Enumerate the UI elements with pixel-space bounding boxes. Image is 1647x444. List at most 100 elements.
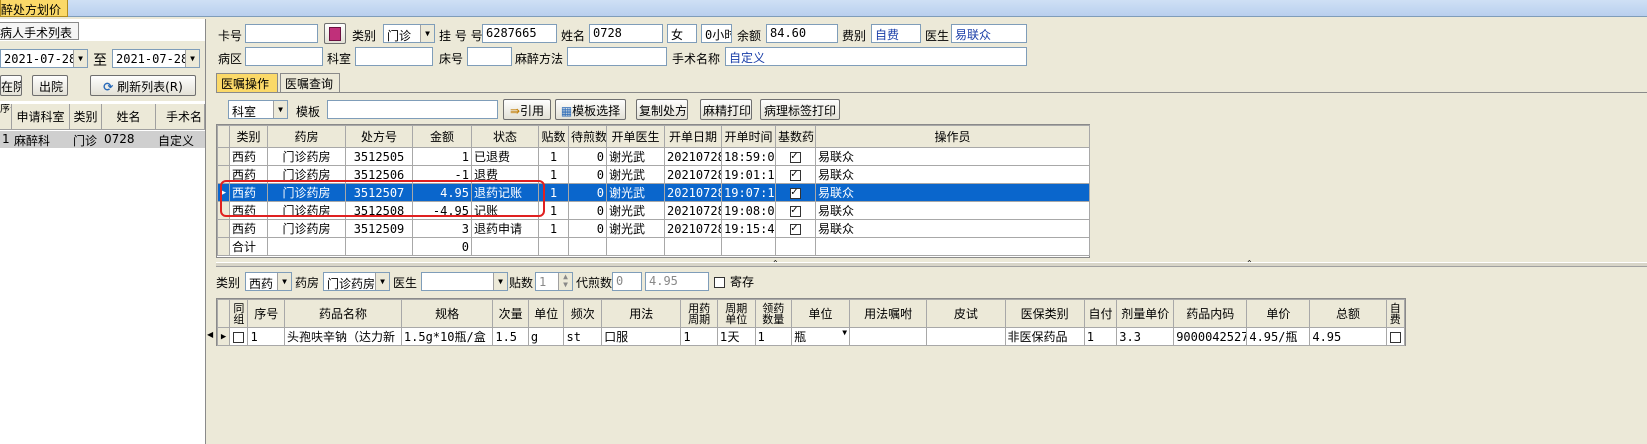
cell-doctor[interactable]: 谢光武 bbox=[606, 219, 665, 238]
detail-doctor-select[interactable]: ▼ bbox=[421, 272, 508, 291]
col-dispense-qty[interactable]: 领药数量 bbox=[754, 299, 793, 328]
cell-same-group[interactable] bbox=[229, 327, 249, 346]
cell-seq[interactable]: 1 bbox=[247, 327, 286, 346]
chevron-down-icon[interactable]: ▼ bbox=[420, 25, 434, 42]
chevron-down-icon[interactable]: ▼ bbox=[842, 329, 847, 338]
cell-operator[interactable]: 易联众 bbox=[815, 219, 1090, 238]
order-row[interactable]: 西药门诊药房35125051已退费10谢光武2021072818:59:05易联… bbox=[217, 147, 1090, 166]
inhospital-button[interactable]: 在院 bbox=[0, 75, 22, 96]
col-usage[interactable]: 用法 bbox=[601, 299, 682, 328]
cell-insurance-type[interactable]: 非医保药品 bbox=[1004, 327, 1085, 346]
cell-base-drug[interactable] bbox=[775, 147, 816, 166]
anesthesia-input[interactable] bbox=[567, 47, 667, 66]
cell-pharmacy[interactable]: 门诊药房 bbox=[267, 219, 346, 238]
surgery-name-input[interactable]: 自定义 bbox=[725, 47, 1027, 66]
cell-period[interactable]: 1 bbox=[680, 327, 718, 346]
dept-template-select[interactable]: 科室 ▼ bbox=[228, 100, 288, 119]
col-skin-test[interactable]: 皮试 bbox=[926, 299, 1006, 328]
cell-self-funded[interactable] bbox=[1385, 327, 1406, 346]
cell-pharmacy[interactable]: 门诊药房 bbox=[267, 147, 346, 166]
base-drug-checkbox[interactable] bbox=[790, 149, 801, 163]
col-frequency[interactable]: 频次 bbox=[563, 299, 603, 328]
col-self-pay[interactable]: 自付 bbox=[1083, 299, 1118, 328]
ward-input[interactable] bbox=[245, 47, 323, 66]
col-self-funded[interactable]: 自费 bbox=[1385, 299, 1406, 328]
cell-time[interactable]: 18:59:05 bbox=[721, 147, 776, 166]
col-doses[interactable]: 贴数 bbox=[538, 125, 569, 148]
col-type[interactable]: 类别 bbox=[70, 104, 102, 130]
col-seq[interactable]: 序号 bbox=[247, 299, 286, 328]
doctor-input[interactable]: 易联众 bbox=[951, 24, 1027, 43]
col-type[interactable]: 类别 bbox=[229, 125, 268, 148]
refresh-list-button[interactable]: ⟳ 刷新列表(R) bbox=[90, 75, 196, 96]
cell-doctor[interactable]: 谢光武 bbox=[606, 165, 665, 184]
chevron-down-icon[interactable]: ▼ bbox=[185, 50, 199, 67]
cell-dose-price[interactable]: 3.3 bbox=[1116, 327, 1175, 346]
cell-operator[interactable]: 易联众 bbox=[815, 201, 1090, 220]
chevron-down-icon[interactable]: ▼ bbox=[273, 101, 287, 118]
cell-date[interactable]: 20210728 bbox=[664, 165, 722, 184]
cell-pending-decoct[interactable]: 0 bbox=[568, 219, 607, 238]
dept-input[interactable] bbox=[355, 47, 433, 66]
cell-type[interactable]: 西药 bbox=[229, 219, 268, 238]
tab-order-operation[interactable]: 医嘱操作 bbox=[216, 73, 278, 92]
col-same-group[interactable]: 同组 bbox=[229, 299, 249, 328]
cell-doctor[interactable]: 谢光武 bbox=[606, 147, 665, 166]
cell-time[interactable]: 19:07:11 bbox=[721, 183, 776, 202]
template-input[interactable] bbox=[327, 100, 498, 119]
col-amount[interactable]: 金额 bbox=[412, 125, 472, 148]
cell-doses[interactable]: 1 bbox=[538, 219, 569, 238]
cell-spec[interactable]: 1.5g*10瓶/盒 bbox=[400, 327, 494, 346]
row-indicator[interactable] bbox=[217, 147, 230, 166]
cell-operator[interactable]: 易联众 bbox=[815, 165, 1090, 184]
cell-date[interactable]: 20210728 bbox=[664, 147, 722, 166]
cell-base-drug[interactable] bbox=[775, 183, 816, 202]
cell-operator[interactable]: 易联众 bbox=[815, 147, 1090, 166]
row-indicator[interactable]: ▶ bbox=[216, 327, 231, 346]
col-pending-decoct[interactable]: 待煎数 bbox=[568, 125, 607, 148]
cell-drug-name[interactable]: 头孢呋辛钠（达力新 bbox=[284, 327, 402, 346]
cell-doses[interactable]: 1 bbox=[538, 147, 569, 166]
col-pharmacy[interactable]: 药房 bbox=[267, 125, 346, 148]
cell-status[interactable]: 已退费 bbox=[471, 147, 539, 166]
cell-doctor[interactable]: 谢光武 bbox=[606, 201, 665, 220]
col-unit-price[interactable]: 单价 bbox=[1246, 299, 1311, 328]
cell-unit-price[interactable]: 4.95/瓶 bbox=[1246, 327, 1311, 346]
cell-usage[interactable]: 口服 bbox=[601, 327, 682, 346]
cell-total[interactable]: 4.95 bbox=[1309, 327, 1387, 346]
cell-date[interactable]: 20210728 bbox=[664, 201, 722, 220]
col-surgery-name[interactable]: 手术名 bbox=[156, 104, 205, 130]
col-dose-price[interactable]: 剂量单价 bbox=[1116, 299, 1175, 328]
col-insurance-type[interactable]: 医保类别 bbox=[1004, 299, 1085, 328]
base-drug-checkbox[interactable] bbox=[790, 185, 801, 199]
discharge-button[interactable]: 出院 bbox=[32, 75, 68, 96]
col-drug-code[interactable]: 药品内码 bbox=[1173, 299, 1248, 328]
scroll-left-icon[interactable]: ◀ bbox=[207, 330, 213, 339]
cell-usage-note[interactable] bbox=[849, 327, 928, 346]
cell-frequency[interactable]: st bbox=[563, 327, 603, 346]
splitter-up-icon[interactable]: ⌃ bbox=[772, 259, 779, 268]
col-base-drug[interactable]: 基数药 bbox=[775, 125, 816, 148]
cell-base-drug[interactable] bbox=[775, 201, 816, 220]
cell-base-drug[interactable] bbox=[775, 219, 816, 238]
col-name[interactable]: 姓名 bbox=[102, 104, 156, 130]
cell-date[interactable]: 20210728 bbox=[664, 183, 722, 202]
cell-pending-decoct[interactable]: 0 bbox=[568, 183, 607, 202]
age-input[interactable]: 0小时 bbox=[701, 24, 732, 43]
reg-input[interactable]: 6287665 bbox=[482, 24, 557, 43]
template-select-button[interactable]: ▦模板选择 bbox=[555, 99, 626, 120]
cell-prescription-no[interactable]: 3512505 bbox=[345, 147, 413, 166]
col-drug-name[interactable]: 药品名称 bbox=[284, 299, 402, 328]
cell-drug-code[interactable]: 9000042527 bbox=[1173, 327, 1248, 346]
chevron-down-icon[interactable]: ▼ bbox=[277, 273, 291, 290]
cell-prescription-no[interactable]: 3512509 bbox=[345, 219, 413, 238]
cell-pending-decoct[interactable]: 0 bbox=[568, 165, 607, 184]
cite-button[interactable]: ⇛引用 bbox=[503, 99, 551, 120]
self-funded-checkbox[interactable] bbox=[1389, 331, 1401, 343]
cell-skin-test[interactable] bbox=[926, 327, 1006, 346]
cell-amount[interactable]: 3 bbox=[412, 219, 472, 238]
col-seq[interactable]: 序号 bbox=[0, 104, 12, 130]
card-input[interactable] bbox=[245, 24, 318, 43]
base-drug-checkbox[interactable] bbox=[790, 167, 801, 181]
cell-status[interactable]: 退药申请 bbox=[471, 219, 539, 238]
